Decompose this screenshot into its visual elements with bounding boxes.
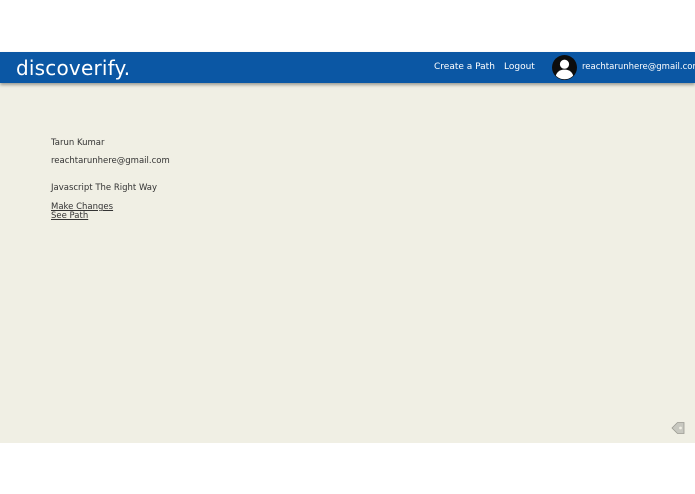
top-navbar: discoverify. Create a Path Logout reacht… [0,52,695,83]
user-avatar-icon[interactable] [552,55,577,80]
user-email[interactable]: reachtarunhere@gmail.com [582,61,695,73]
logout-link[interactable]: Logout [504,61,535,73]
page: discoverify. Create a Path Logout reacht… [0,0,695,494]
profile-email: reachtarunhere@gmail.com [51,156,170,166]
create-path-link[interactable]: Create a Path [434,61,495,73]
main-content: Tarun Kumar reachtarunhere@gmail.com Jav… [0,83,695,443]
profile-name: Tarun Kumar [51,138,105,148]
tag-icon[interactable] [671,420,685,434]
path-title: Javascript The Right Way [51,183,158,193]
brand-logo[interactable]: discoverify. [16,55,130,81]
see-path-link[interactable]: See Path [51,211,88,221]
